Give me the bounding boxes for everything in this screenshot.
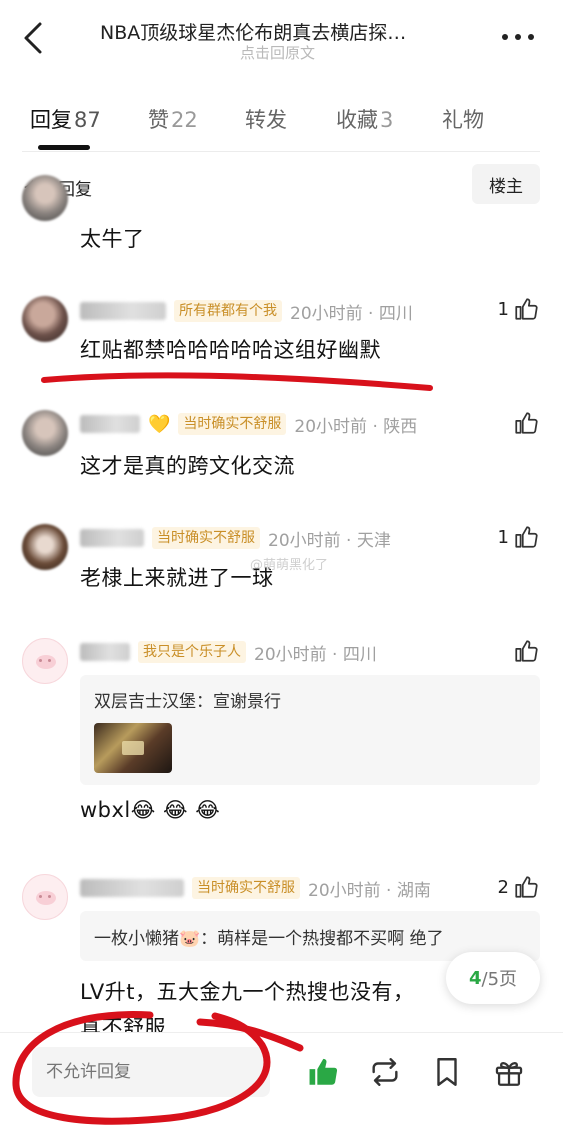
tab-likes[interactable]: 赞22 [148, 104, 198, 134]
owner-only-button[interactable]: 楼主 [472, 164, 540, 204]
thumbs-up-icon [515, 298, 538, 320]
avatar[interactable] [22, 175, 68, 221]
fan-badge: 当时确实不舒服 [192, 877, 300, 899]
time-location: 20小时前 · 陕西 [294, 416, 418, 437]
current-page: 4 [468, 967, 482, 989]
total-pages: /5页 [481, 969, 518, 990]
time-location: 20小时前 · 四川 [254, 644, 377, 665]
post-title[interactable]: NBA顶级球星杰伦布朗真去横店探… [100, 18, 470, 45]
comment-item: 💛 当时确实不舒服 20小时前 · 陕西 这才是真的跨文化交流 [0, 410, 563, 490]
tab-replies[interactable]: 回复87 [30, 104, 101, 134]
comment-meta: 💛 当时确实不舒服 20小时前 · 陕西 [80, 412, 418, 437]
thumbs-up-icon [515, 876, 538, 898]
like-count: 1 [497, 298, 509, 320]
page-indicator[interactable]: 4/5页 [446, 952, 540, 1004]
reply-input[interactable] [32, 1047, 270, 1097]
comment-text: LV升t，五大金九一个热搜也没有， [80, 980, 415, 1004]
comment-meta: 我只是个乐子人 20小时前 · 四川 [80, 640, 377, 665]
avatar[interactable] [22, 874, 68, 920]
gift-icon[interactable] [492, 1055, 526, 1089]
tab-gifts[interactable]: 礼物 [442, 104, 484, 134]
fan-badge: 当时确实不舒服 [178, 413, 287, 435]
avatar[interactable] [22, 296, 68, 342]
thumbs-up-icon [515, 412, 538, 434]
comment-text: 老棣上来就进了一球 [80, 566, 274, 590]
back-to-original-link[interactable]: 点击回原文 [240, 42, 315, 63]
comment-meta: 当时确实不舒服 20小时前 · 天津 [80, 526, 391, 551]
fan-badge: 我只是个乐子人 [138, 641, 246, 663]
like-button[interactable]: 1 [498, 524, 539, 550]
avatar[interactable] [22, 524, 68, 570]
time-location: 20小时前 · 天津 [268, 530, 391, 551]
gold-heart-icon: 💛 [148, 413, 171, 435]
username[interactable] [80, 529, 144, 547]
bottom-action-bar [0, 1032, 563, 1128]
quoted-text: 一枚小懒猪🐷：萌样是一个热搜都不买啊 绝了 [94, 929, 444, 949]
comment-text: 红贴都禁哈哈哈哈哈这组好幽默 [80, 338, 381, 362]
time-location: 20小时前 · 四川 [290, 303, 413, 324]
time-location: 20小时前 · 湖南 [308, 880, 431, 901]
thumbs-up-filled-icon[interactable] [306, 1055, 340, 1089]
like-button[interactable] [509, 410, 539, 436]
like-button[interactable] [509, 638, 539, 664]
tab-reposts[interactable]: 转发 [245, 104, 287, 134]
like-button[interactable]: 1 [498, 296, 539, 322]
like-button[interactable]: 2 [498, 874, 539, 900]
like-count: 2 [497, 876, 509, 898]
quoted-image-thumbnail[interactable] [94, 723, 172, 773]
comment-text: 太牛了 [80, 227, 145, 251]
quoted-text: 双层吉士汉堡：宣谢景行 [94, 692, 281, 712]
comment-meta: 当时确实不舒服 20小时前 · 湖南 [80, 876, 431, 901]
more-options-icon[interactable] [500, 30, 536, 44]
fan-badge: 当时确实不舒服 [152, 527, 260, 549]
watermark-text: @萌萌黑化了 [250, 558, 329, 573]
divider [22, 151, 540, 152]
avatar[interactable] [22, 638, 68, 684]
comment-meta: 所有群都有个我 20小时前 · 四川 [80, 299, 413, 324]
thumbs-up-icon [515, 526, 538, 548]
fan-badge: 所有群都有个我 [174, 300, 282, 322]
comment-item: 所有群都有个我 20小时前 · 四川 1 红贴都禁哈哈哈哈哈这组好幽默 [0, 296, 563, 376]
comment-text: 这才是真的跨文化交流 [80, 454, 295, 478]
username[interactable] [80, 302, 166, 320]
active-tab-indicator [38, 145, 90, 150]
tab-favorites[interactable]: 收藏3 [336, 104, 393, 134]
avatar[interactable] [22, 410, 68, 456]
bookmark-icon[interactable] [430, 1055, 464, 1089]
username[interactable] [80, 415, 140, 433]
comment-item: 我只是个乐子人 20小时前 · 四川 双层吉士汉堡：宣谢景行 wbxl😂 😂 😂 [0, 638, 563, 828]
top-nav-bar: NBA顶级球星杰伦布朗真去横店探… 点击回原文 [0, 0, 563, 80]
comment-item: 太牛了 [0, 175, 563, 255]
like-count: 1 [497, 526, 509, 548]
red-underline-stroke [41, 372, 433, 391]
thumbs-up-icon [515, 640, 538, 662]
repost-icon[interactable] [368, 1055, 402, 1089]
username[interactable] [80, 879, 184, 897]
back-arrow-icon[interactable] [18, 20, 48, 56]
tab-bar: 回复87 赞22 转发 收藏3 礼物 [0, 96, 563, 150]
username[interactable] [80, 643, 130, 661]
quoted-reply[interactable]: 双层吉士汉堡：宣谢景行 [80, 675, 540, 785]
comment-text: wbxl😂 😂 😂 [80, 798, 221, 822]
